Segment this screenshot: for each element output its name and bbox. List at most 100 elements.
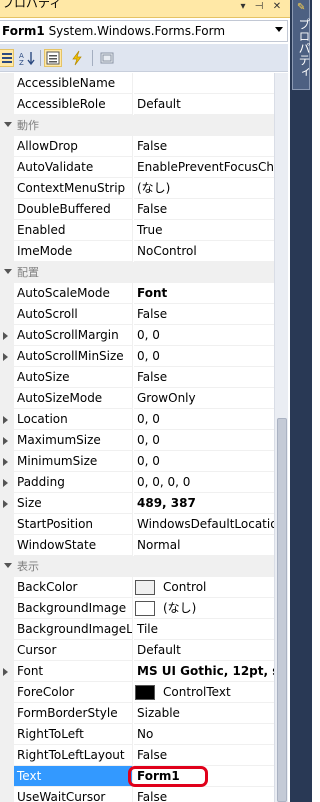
chevron-down-icon[interactable] <box>275 27 283 32</box>
events-icon[interactable] <box>68 49 86 67</box>
properties-icon[interactable] <box>44 49 62 67</box>
property-value[interactable]: False <box>134 745 274 766</box>
property-row[interactable]: Cursor Default <box>0 640 274 661</box>
property-name[interactable]: Text <box>14 766 133 787</box>
property-name[interactable]: ContextMenuStrip <box>14 178 133 199</box>
property-row[interactable]: BackColor Control <box>0 577 274 598</box>
property-value[interactable]: No <box>134 724 274 745</box>
property-row[interactable]: AccessibleRole Default <box>0 94 274 115</box>
property-value[interactable]: False <box>134 199 274 220</box>
category-row[interactable]: 動作 <box>0 115 274 136</box>
property-name[interactable]: Size <box>14 493 133 514</box>
expand-icon[interactable] <box>3 479 8 487</box>
collapse-icon[interactable] <box>4 563 12 568</box>
property-row[interactable]: Size 489, 387 <box>0 493 274 514</box>
property-name[interactable]: AutoSizeMode <box>14 388 133 409</box>
expand-icon[interactable] <box>3 458 8 466</box>
collapse-icon[interactable] <box>4 269 12 274</box>
property-value[interactable]: Sizable <box>134 703 274 724</box>
property-name[interactable]: BackColor <box>14 577 133 598</box>
collapse-icon[interactable] <box>4 122 12 127</box>
category-row[interactable]: 配置 <box>0 262 274 283</box>
property-row[interactable]: AutoScroll False <box>0 304 274 325</box>
property-name[interactable]: DoubleBuffered <box>14 199 133 220</box>
property-value[interactable]: GrowOnly <box>134 388 274 409</box>
property-name[interactable]: RightToLeftLayout <box>14 745 133 766</box>
property-name[interactable]: ImeMode <box>14 241 133 262</box>
property-value[interactable]: Default <box>134 94 274 115</box>
property-row[interactable]: Text Form1 <box>0 766 274 787</box>
property-name[interactable]: Enabled <box>14 220 133 241</box>
property-name[interactable]: Cursor <box>14 640 133 661</box>
property-name[interactable]: AutoScaleMode <box>14 283 133 304</box>
property-name[interactable]: StartPosition <box>14 514 133 535</box>
property-name[interactable]: WindowState <box>14 535 133 556</box>
property-name[interactable]: AccessibleRole <box>14 94 133 115</box>
grid-scrollbar[interactable] <box>274 73 288 802</box>
property-name[interactable]: AutoScrollMinSize <box>14 346 133 367</box>
property-row[interactable]: ContextMenuStrip (なし) <box>0 178 274 199</box>
property-name[interactable]: FormBorderStyle <box>14 703 133 724</box>
property-value[interactable]: False <box>134 367 274 388</box>
property-name[interactable]: Location <box>14 409 133 430</box>
property-value[interactable]: Tile <box>134 619 274 640</box>
property-row[interactable]: AccessibleName <box>0 73 274 94</box>
property-row[interactable]: MinimumSize 0, 0 <box>0 451 274 472</box>
property-value[interactable]: (なし) <box>134 178 274 199</box>
property-value[interactable]: Control <box>134 577 274 598</box>
expand-icon[interactable] <box>3 500 8 508</box>
expand-icon[interactable] <box>3 353 8 361</box>
property-row[interactable]: MaximumSize 0, 0 <box>0 430 274 451</box>
property-row[interactable]: WindowState Normal <box>0 535 274 556</box>
pin-icon[interactable]: ⊣ <box>252 0 266 14</box>
expand-icon[interactable] <box>3 668 8 676</box>
property-name[interactable]: RightToLeft <box>14 724 133 745</box>
property-value[interactable]: 0, 0 <box>134 430 274 451</box>
property-value[interactable]: ControlText <box>134 682 274 703</box>
property-row[interactable]: ImeMode NoControl <box>0 241 274 262</box>
property-name[interactable]: Padding <box>14 472 133 493</box>
property-value[interactable]: True <box>134 220 274 241</box>
property-value[interactable]: NoControl <box>134 241 274 262</box>
property-name[interactable]: AutoScrollMargin <box>14 325 133 346</box>
property-name[interactable]: AccessibleName <box>14 73 133 94</box>
property-row[interactable]: UseWaitCursor False <box>0 787 274 802</box>
property-row[interactable]: Padding 0, 0, 0, 0 <box>0 472 274 493</box>
property-row[interactable]: DoubleBuffered False <box>0 199 274 220</box>
property-value[interactable]: False <box>134 787 274 802</box>
property-row[interactable]: Location 0, 0 <box>0 409 274 430</box>
property-row[interactable]: AutoSizeMode GrowOnly <box>0 388 274 409</box>
property-name[interactable]: BackgroundImageLayout <box>14 619 133 640</box>
property-name[interactable]: BackgroundImage <box>14 598 133 619</box>
property-value[interactable] <box>134 73 274 94</box>
property-name[interactable]: AutoSize <box>14 367 133 388</box>
property-name[interactable]: MinimumSize <box>14 451 133 472</box>
property-name[interactable]: UseWaitCursor <box>14 787 133 802</box>
expand-icon[interactable] <box>3 437 8 445</box>
property-row[interactable]: AutoScrollMinSize 0, 0 <box>0 346 274 367</box>
property-row[interactable]: BackgroundImageLayoutTile <box>0 619 274 640</box>
property-name[interactable]: AllowDrop <box>14 136 133 157</box>
property-row[interactable]: AutoValidate EnablePreventFocusCha <box>0 157 274 178</box>
property-row[interactable]: ForeColor ControlText <box>0 682 274 703</box>
property-value[interactable]: 0, 0 <box>134 346 274 367</box>
property-value[interactable]: (なし) <box>134 598 274 619</box>
property-value[interactable]: 489, 387 <box>134 493 274 514</box>
object-selector[interactable]: Form1 System.Windows.Forms.Form <box>0 20 288 42</box>
categorized-icon[interactable] <box>0 49 14 67</box>
scrollbar-thumb[interactable] <box>277 418 287 802</box>
property-row[interactable]: Enabled True <box>0 220 274 241</box>
property-value[interactable]: WindowsDefaultLocatio <box>134 514 274 535</box>
property-pages-icon[interactable] <box>98 49 116 67</box>
property-name[interactable]: Font <box>14 661 133 682</box>
property-row[interactable]: AutoScaleMode Font <box>0 283 274 304</box>
property-value[interactable]: 0, 0 <box>134 409 274 430</box>
property-value[interactable]: MS UI Gothic, 12pt, s <box>134 661 274 682</box>
property-name[interactable]: AutoValidate <box>14 157 133 178</box>
property-row[interactable]: BackgroundImage (なし) <box>0 598 274 619</box>
property-row[interactable]: AllowDrop False <box>0 136 274 157</box>
side-tab-properties[interactable]: ✎ プロパティ <box>292 0 311 90</box>
property-row[interactable]: FormBorderStyle Sizable <box>0 703 274 724</box>
property-value[interactable]: Default <box>134 640 274 661</box>
property-value[interactable]: EnablePreventFocusCha <box>134 157 274 178</box>
